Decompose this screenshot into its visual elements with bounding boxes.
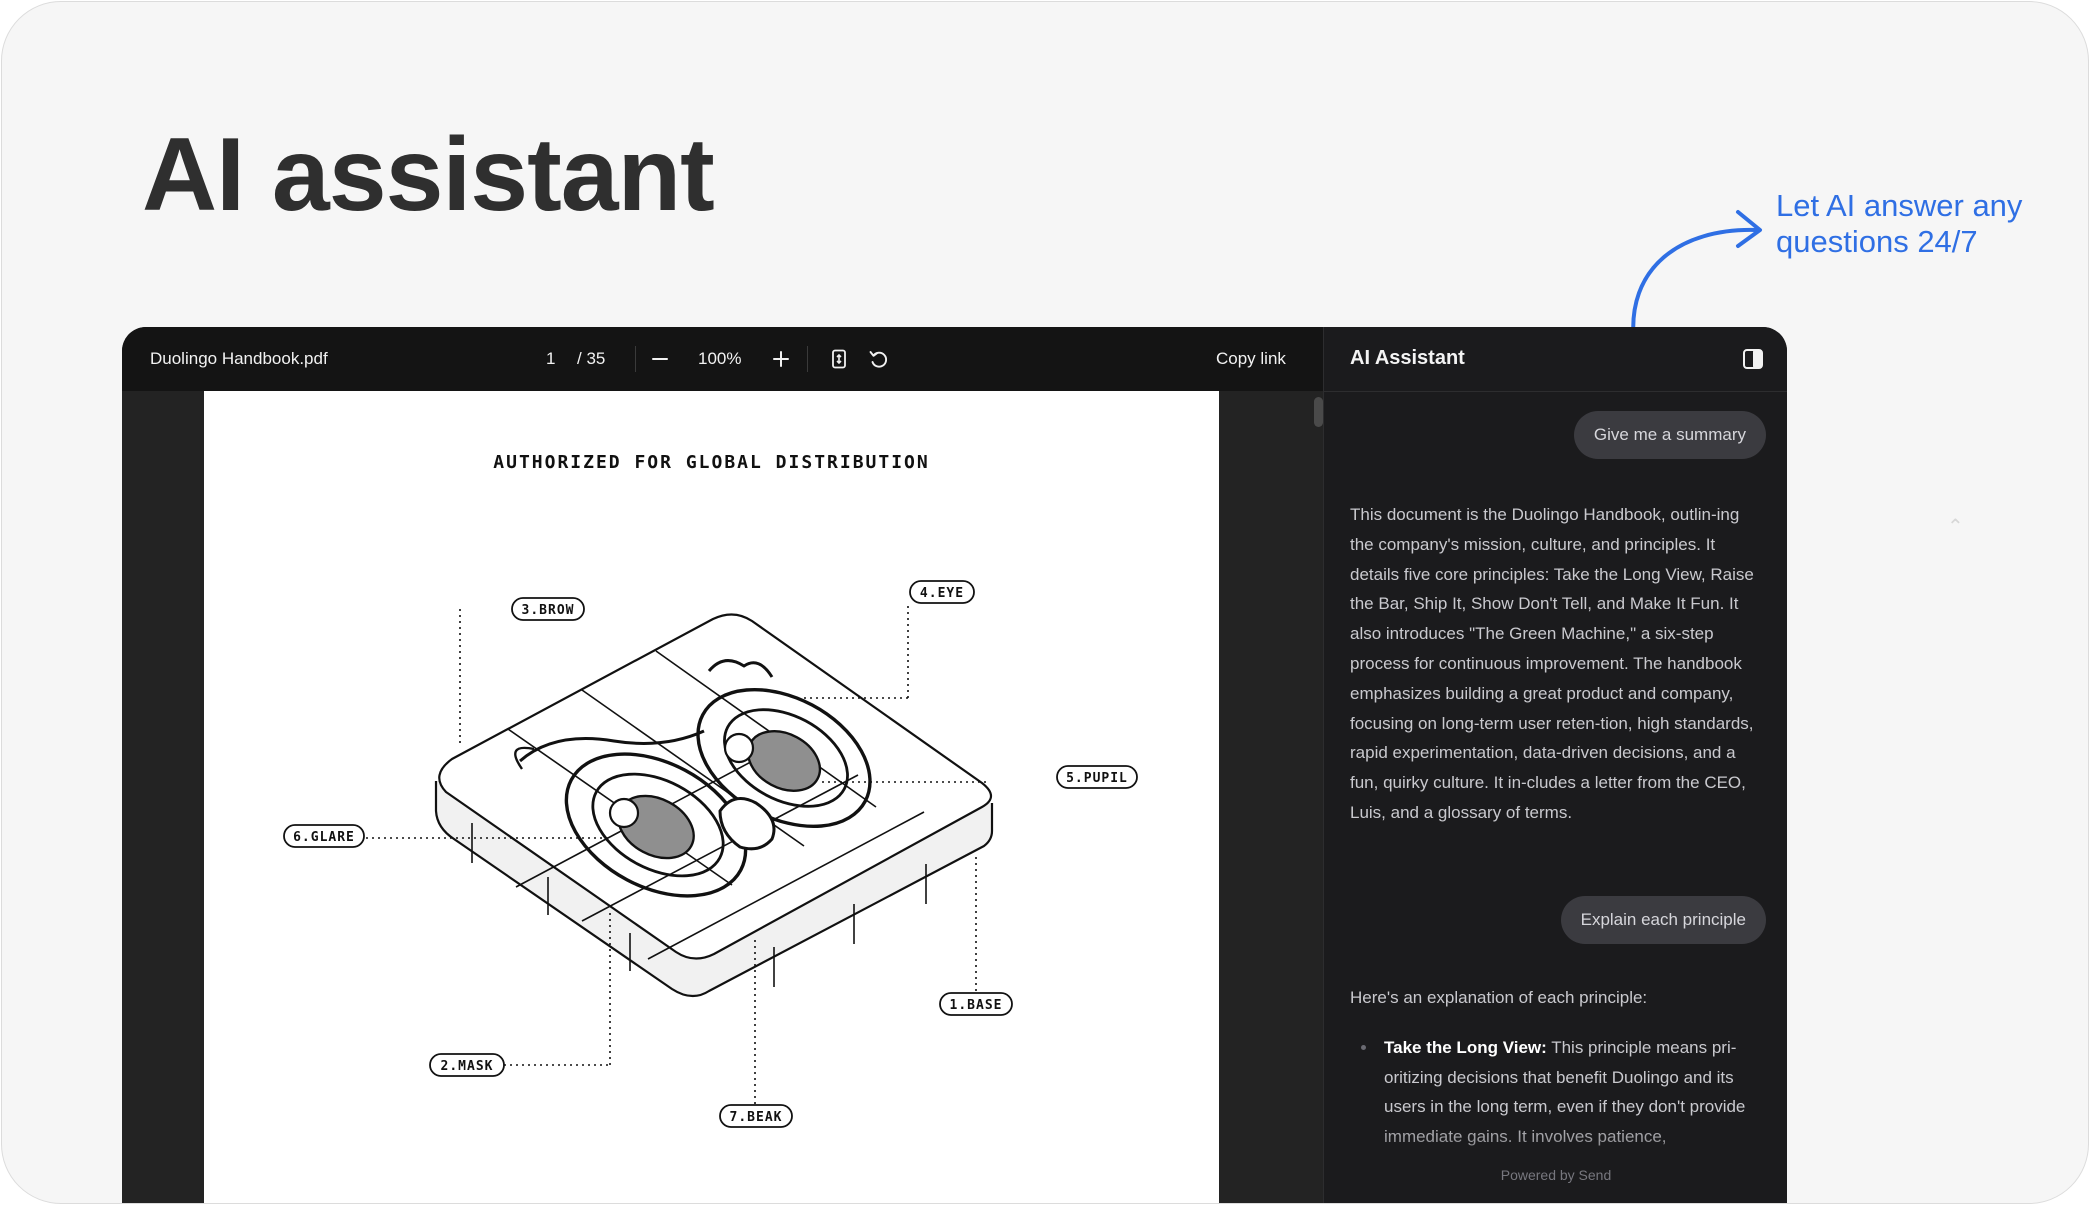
assistant-panel: AI Assistant Give me a summary This docu…	[1323, 327, 1787, 1203]
rotate-icon	[869, 351, 888, 368]
tag-eye: 4.EYE	[920, 586, 964, 601]
zoom-in-button[interactable]	[770, 327, 792, 391]
owl-diagram: 3.BROW 4.EYE 5.PUPIL 6.GLARE 1.BASE 2.MA…	[283, 580, 1138, 1128]
zoom-out-button[interactable]	[649, 327, 671, 391]
page-total: / 35	[577, 349, 606, 368]
hero-title: AI assistant	[142, 117, 715, 233]
answer-fade-overlay	[1324, 1117, 1787, 1203]
tag-glare: 6.GLARE	[293, 830, 355, 845]
plus-icon	[773, 351, 789, 367]
rotate-button[interactable]	[867, 327, 891, 391]
slide-canvas: AI assistant Let AI answer any questions…	[1, 1, 2089, 1204]
user-message-bubble: Give me a summary	[1573, 411, 1766, 459]
callout-text: Let AI answer any questions 24/7	[1776, 188, 2023, 259]
fit-page-button[interactable]	[828, 327, 850, 391]
assistant-title: AI Assistant	[1350, 347, 1465, 369]
tag-pupil: 5.PUPIL	[1066, 771, 1128, 786]
viewer-toolbar: Duolingo Handbook.pdf 1 / 35 100% Copy l…	[122, 327, 1323, 391]
pdf-viewer-window: Duolingo Handbook.pdf 1 / 35 100% Copy l…	[122, 327, 1787, 1203]
assistant-answer-intro: Here's an explanation of each principle:	[1350, 988, 1648, 1007]
sidebar-toggle-icon[interactable]	[1742, 348, 1764, 370]
tag-brow: 3.BROW	[522, 603, 575, 618]
toolbar-divider	[807, 346, 808, 372]
fit-page-icon	[832, 349, 846, 369]
zoom-level[interactable]: 100%	[698, 327, 741, 391]
assistant-answer: This document is the Duolingo Handbook, …	[1350, 505, 1754, 822]
toolbar-divider	[635, 346, 636, 372]
powered-by-label: Powered by Send	[1500, 1167, 1612, 1183]
tag-mask: 2.MASK	[441, 1059, 494, 1074]
document-scrollbar[interactable]	[1314, 397, 1323, 427]
principle-name: Take the Long View:	[1384, 1038, 1547, 1057]
callout-arrow-icon	[1631, 210, 1762, 344]
minus-icon	[652, 358, 668, 360]
chevron-up-icon: ⌃	[1947, 516, 1964, 538]
assistant-header: AI Assistant	[1324, 327, 1787, 392]
user-message-bubble: Explain each principle	[1560, 896, 1766, 944]
pdf-page: AUTHORIZED FOR GLOBAL DISTRIBUTION 3.BRO…	[204, 391, 1219, 1203]
file-name: Duolingo Handbook.pdf	[150, 349, 328, 368]
page-number-input[interactable]: 1	[546, 327, 555, 391]
document-area: AUTHORIZED FOR GLOBAL DISTRIBUTION 3.BRO…	[122, 391, 1323, 1203]
tag-base: 1.BASE	[950, 998, 1003, 1013]
tag-beak: 7.BEAK	[730, 1110, 783, 1125]
copy-link-button[interactable]: Copy link	[1216, 327, 1286, 391]
